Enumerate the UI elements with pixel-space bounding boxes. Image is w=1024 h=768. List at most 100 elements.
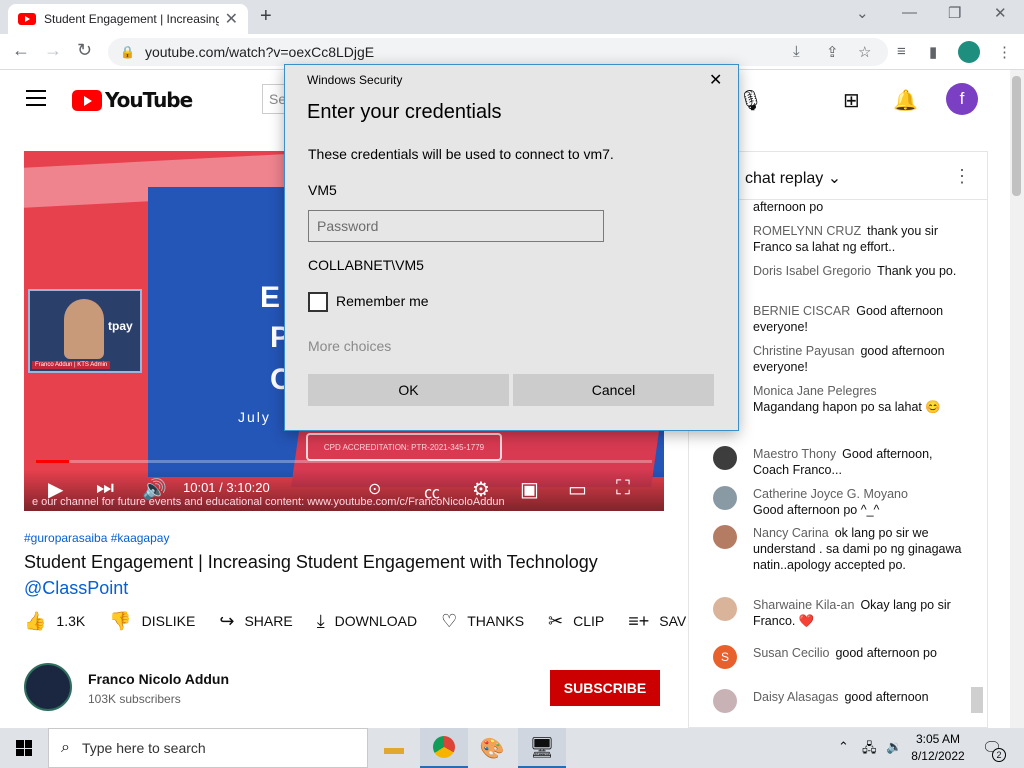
chat-scrollbar-thumb[interactable]	[971, 687, 983, 713]
remember-me-label[interactable]: Remember me	[336, 293, 429, 309]
clock-date: 8/12/2022	[911, 749, 965, 763]
chat-author[interactable]: Nancy Carina	[753, 526, 829, 540]
save-button[interactable]: ≡+ SAV	[628, 611, 686, 632]
chat-author[interactable]: Christine Payusan	[753, 344, 854, 358]
channel-avatar[interactable]	[24, 663, 72, 711]
browser-tab[interactable]: Student Engagement | Increasing Student …	[8, 4, 248, 34]
cancel-button[interactable]: Cancel	[513, 374, 714, 406]
tab-search-chevron-icon[interactable]: ⌄	[856, 4, 869, 22]
thanks-button[interactable]: ♡ THANKS	[441, 611, 524, 632]
chat-author[interactable]: Catherine Joyce G. Moyano	[753, 487, 908, 501]
profile-avatar-icon[interactable]	[958, 41, 980, 63]
kebab-menu-icon[interactable]: ⋮	[997, 43, 1012, 61]
browser-tab-bar: Student Engagement | Increasing Student …	[0, 0, 1024, 34]
like-count: 1.3K	[56, 613, 86, 629]
like-button[interactable]: 👍 1.3K	[24, 611, 85, 632]
tab-close-icon[interactable]: ✕	[225, 9, 238, 29]
ok-button[interactable]: OK	[308, 374, 509, 406]
chat-avatar	[713, 446, 737, 470]
install-icon[interactable]: ⤓	[793, 43, 800, 60]
chat-message: Maestro Thony Good afternoon, Coach Franc…	[713, 446, 963, 478]
user-avatar[interactable]: f	[946, 83, 978, 115]
chat-author[interactable]: Sharwaine Kila-an	[753, 598, 854, 612]
dialog-caption: Windows Security	[307, 73, 403, 87]
chat-author[interactable]: Doris Isabel Gregorio	[753, 264, 871, 278]
chat-message: Sharwaine Kila-an Okay lang po sir Franco…	[713, 597, 963, 629]
remember-me-checkbox[interactable]	[308, 292, 328, 312]
hamburger-menu-icon[interactable]	[26, 90, 46, 111]
forward-arrow-icon[interactable]: →	[44, 40, 62, 61]
more-choices-link[interactable]: More choices	[308, 338, 391, 354]
remote-desktop-icon: 🖥	[529, 736, 555, 759]
chat-avatar	[713, 597, 737, 621]
microphone-icon[interactable]: 🎙	[738, 88, 763, 113]
media-control-icon[interactable]: ≡	[897, 43, 906, 60]
chrome-button[interactable]	[420, 728, 468, 768]
notification-count-badge: 2	[992, 748, 1006, 762]
create-video-icon[interactable]: ⊞	[843, 88, 860, 113]
chat-message-text: good afternoon po	[835, 646, 937, 660]
page-scrollbar-thumb[interactable]	[1012, 76, 1021, 196]
dialog-close-icon[interactable]: ✕	[709, 70, 722, 90]
chat-mode-dropdown[interactable]: chat replay ⌄	[745, 168, 841, 188]
clip-button[interactable]: ✂ CLIP	[548, 611, 604, 632]
chrome-icon	[433, 736, 455, 758]
cpd-accreditation-label: CPD ACCREDITATION: PTR-2021-345-1779	[306, 433, 502, 461]
lock-icon[interactable]: 🔒	[120, 45, 135, 59]
back-arrow-icon[interactable]: ←	[12, 40, 30, 61]
chat-author[interactable]: Daisy Alasagas	[753, 690, 838, 704]
start-button[interactable]	[0, 728, 48, 768]
tray-chevron-up-icon[interactable]: ⌃	[838, 739, 849, 755]
subscribe-button[interactable]: SUBSCRIBE	[550, 670, 660, 706]
dialog-message: These credentials will be used to connec…	[308, 146, 614, 162]
video-progress-bar[interactable]	[36, 460, 652, 463]
chat-message: ROMELYNN CRUZ thank you sir Franco sa lah…	[713, 223, 963, 255]
chat-author[interactable]: Monica Jane Pelegres	[753, 384, 877, 398]
channel-mention-link[interactable]: @ClassPoint	[24, 578, 128, 598]
file-explorer-button[interactable]: ▬	[370, 728, 418, 768]
reload-icon[interactable]: ↻	[77, 40, 92, 61]
taskbar-clock[interactable]: 3:05 AM 8/12/2022	[908, 731, 968, 765]
notifications-bell-icon[interactable]: 🔔	[893, 88, 918, 113]
download-button[interactable]: ⤓ DOWNLOAD	[317, 611, 417, 632]
folder-icon: ▬	[384, 736, 404, 759]
channel-name[interactable]: Franco Nicolo Addun	[88, 671, 229, 687]
thumbs-down-icon: 👎	[109, 610, 132, 631]
chat-more-icon[interactable]: ⋮	[953, 166, 971, 187]
chat-title: chat replay	[745, 170, 824, 187]
chat-avatar	[713, 486, 737, 510]
chat-message-text: afternoon po	[753, 200, 824, 214]
restore-button[interactable]: ❐	[948, 4, 961, 22]
chat-message-text: Magandang hapon po sa lahat 😊	[753, 400, 941, 414]
paint-button[interactable]: 🎨	[468, 728, 516, 768]
chat-author[interactable]: BERNIE CISCAR	[753, 304, 850, 318]
clip-label: CLIP	[573, 613, 605, 629]
dislike-button[interactable]: 👎 DISLIKE	[109, 611, 195, 632]
chat-author[interactable]: Maestro Thony	[753, 447, 836, 461]
windows-taskbar: ⌕ Type here to search ▬ 🎨 🖥 ⌃ 🖧 🔉 3:05 A…	[0, 728, 1024, 768]
presenter-figure	[64, 299, 104, 359]
close-window-button[interactable]: ✕	[994, 4, 1007, 22]
password-field[interactable]	[308, 210, 604, 242]
address-bar[interactable]: 🔒 youtube.com/watch?v=oexCc8LDjgE	[108, 38, 888, 66]
clip-icon: ✂	[548, 610, 564, 631]
chat-message: S Susan Cecilio good afternoon po	[713, 645, 963, 669]
youtube-logo[interactable]: YouTube	[72, 88, 193, 112]
video-hashtags[interactable]: #guroparasaiba #kaagapay	[24, 531, 169, 545]
chat-author[interactable]: ROMELYNN CRUZ	[753, 224, 861, 238]
chat-author[interactable]: Susan Cecilio	[753, 646, 829, 660]
save-label: SAV	[659, 613, 687, 629]
new-tab-button[interactable]: +	[260, 5, 272, 28]
taskbar-search-box[interactable]: ⌕ Type here to search	[48, 728, 368, 768]
share-page-icon[interactable]: ⇪	[826, 43, 839, 61]
volume-tray-icon[interactable]: 🔉	[886, 739, 902, 755]
share-button[interactable]: ↪ SHARE	[219, 611, 292, 632]
subscriber-count: 103K subscribers	[88, 692, 181, 706]
minimize-button[interactable]: —	[902, 4, 917, 21]
network-icon[interactable]: 🖧	[862, 739, 877, 761]
bookmark-star-icon[interactable]: ☆	[858, 43, 871, 61]
remote-desktop-button[interactable]: 🖥	[518, 728, 566, 768]
slide-date: July	[238, 409, 271, 425]
side-panel-icon[interactable]: ▮	[929, 43, 937, 61]
share-icon: ↪	[219, 610, 235, 631]
